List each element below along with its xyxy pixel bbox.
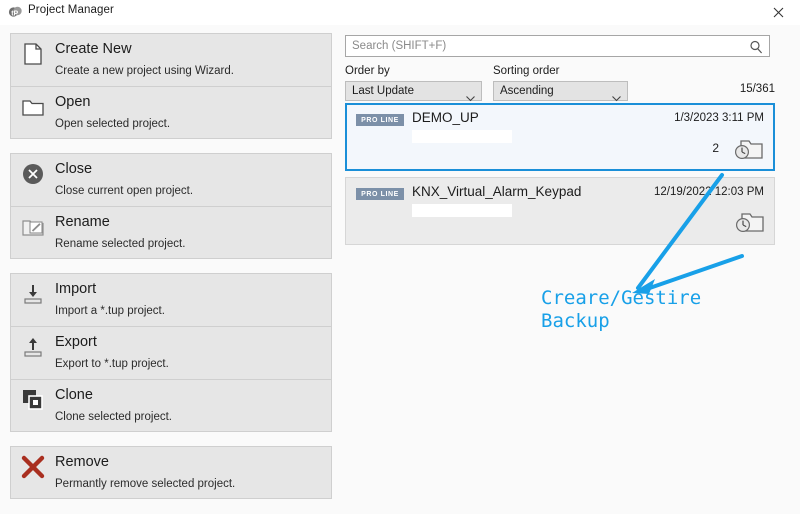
redacted-path (412, 204, 512, 217)
command-title: Rename (55, 214, 110, 230)
command-export[interactable]: Export Export to *.tup project. (10, 326, 332, 379)
backup-count: 2 (712, 141, 719, 155)
import-arrow-down-icon (20, 281, 46, 307)
close-icon (773, 7, 784, 18)
status-badge: PRO LINE (356, 114, 404, 126)
backup-folder-icon[interactable] (732, 210, 766, 236)
order-by-select[interactable]: Last Update (345, 81, 482, 101)
status-badge: PRO LINE (356, 188, 404, 200)
command-title: Remove (55, 454, 109, 470)
close-window-button[interactable] (756, 0, 800, 25)
sorting-order-value: Ascending (500, 85, 554, 97)
command-title: Clone (55, 387, 93, 403)
project-row-demo-up[interactable]: PRO LINE DEMO_UP 1/3/2023 3:11 PM 2 (345, 103, 775, 171)
magnifier-icon[interactable] (749, 40, 763, 54)
export-arrow-up-icon (20, 334, 46, 360)
command-desc: Open selected project. (55, 118, 170, 130)
command-desc: Rename selected project. (55, 238, 185, 250)
command-desc: Export to *.tup project. (55, 358, 169, 370)
backup-folder-icon[interactable] (731, 137, 765, 163)
command-remove[interactable]: Remove Permantly remove selected project… (10, 446, 332, 499)
command-clone[interactable]: Clone Clone selected project. (10, 379, 332, 432)
command-title: Import (55, 281, 96, 297)
command-group-session: Close Close current open project. Rename… (10, 153, 332, 259)
project-date: 1/3/2023 3:11 PM (674, 112, 764, 124)
command-close[interactable]: Close Close current open project. (10, 153, 332, 206)
command-title: Open (55, 94, 90, 110)
command-title: Export (55, 334, 97, 350)
command-desc: Permantly remove selected project. (55, 478, 235, 490)
svg-text:tP: tP (11, 11, 18, 18)
command-desc: Close current open project. (55, 185, 193, 197)
project-manager-window: tP Project Manager Create New Cr (0, 0, 800, 514)
order-by-value: Last Update (352, 85, 414, 97)
red-x-icon (20, 454, 46, 480)
sorting-order-select[interactable]: Ascending (493, 81, 628, 101)
command-group-file: Create New Create a new project using Wi… (10, 33, 332, 139)
projects-panel: Search (SHIFT+F) Order by Last Update So… (340, 25, 800, 514)
command-create-new[interactable]: Create New Create a new project using Wi… (10, 33, 332, 86)
command-import[interactable]: Import Import a *.tup project. (10, 273, 332, 326)
command-title: Create New (55, 41, 132, 57)
redacted-path (412, 130, 512, 143)
clone-squares-icon (20, 387, 46, 413)
folder-open-icon (20, 94, 46, 120)
command-desc: Import a *.tup project. (55, 305, 165, 317)
command-desc: Create a new project using Wizard. (55, 65, 234, 77)
project-manager-icon: tP (8, 5, 23, 20)
results-count: 15/361 (740, 83, 775, 95)
command-open[interactable]: Open Open selected project. (10, 86, 332, 139)
command-group-transfer: Import Import a *.tup project. Export Ex… (10, 273, 332, 432)
pencil-edit-icon (20, 214, 46, 240)
project-row-knx-virtual-alarm-keypad[interactable]: PRO LINE KNX_Virtual_Alarm_Keypad 12/19/… (345, 177, 775, 245)
project-name: DEMO_UP (412, 110, 479, 125)
command-rename[interactable]: Rename Rename selected project. (10, 206, 332, 259)
command-desc: Clone selected project. (55, 411, 172, 423)
search-placeholder: Search (SHIFT+F) (352, 40, 446, 52)
new-document-icon (20, 41, 46, 67)
order-by-label: Order by (345, 65, 390, 77)
project-list: PRO LINE DEMO_UP 1/3/2023 3:11 PM 2 PRO … (345, 103, 775, 251)
close-circle-icon (20, 161, 46, 187)
project-date: 12/19/2022 12:03 PM (654, 186, 764, 198)
search-input[interactable]: Search (SHIFT+F) (345, 35, 770, 57)
command-group-danger: Remove Permantly remove selected project… (10, 446, 332, 499)
sorting-order-label: Sorting order (493, 65, 559, 77)
title-bar: tP Project Manager (0, 0, 800, 26)
project-name: KNX_Virtual_Alarm_Keypad (412, 184, 581, 199)
window-title: Project Manager (28, 4, 114, 16)
commands-panel: Create New Create a new project using Wi… (0, 25, 340, 514)
command-title: Close (55, 161, 92, 177)
